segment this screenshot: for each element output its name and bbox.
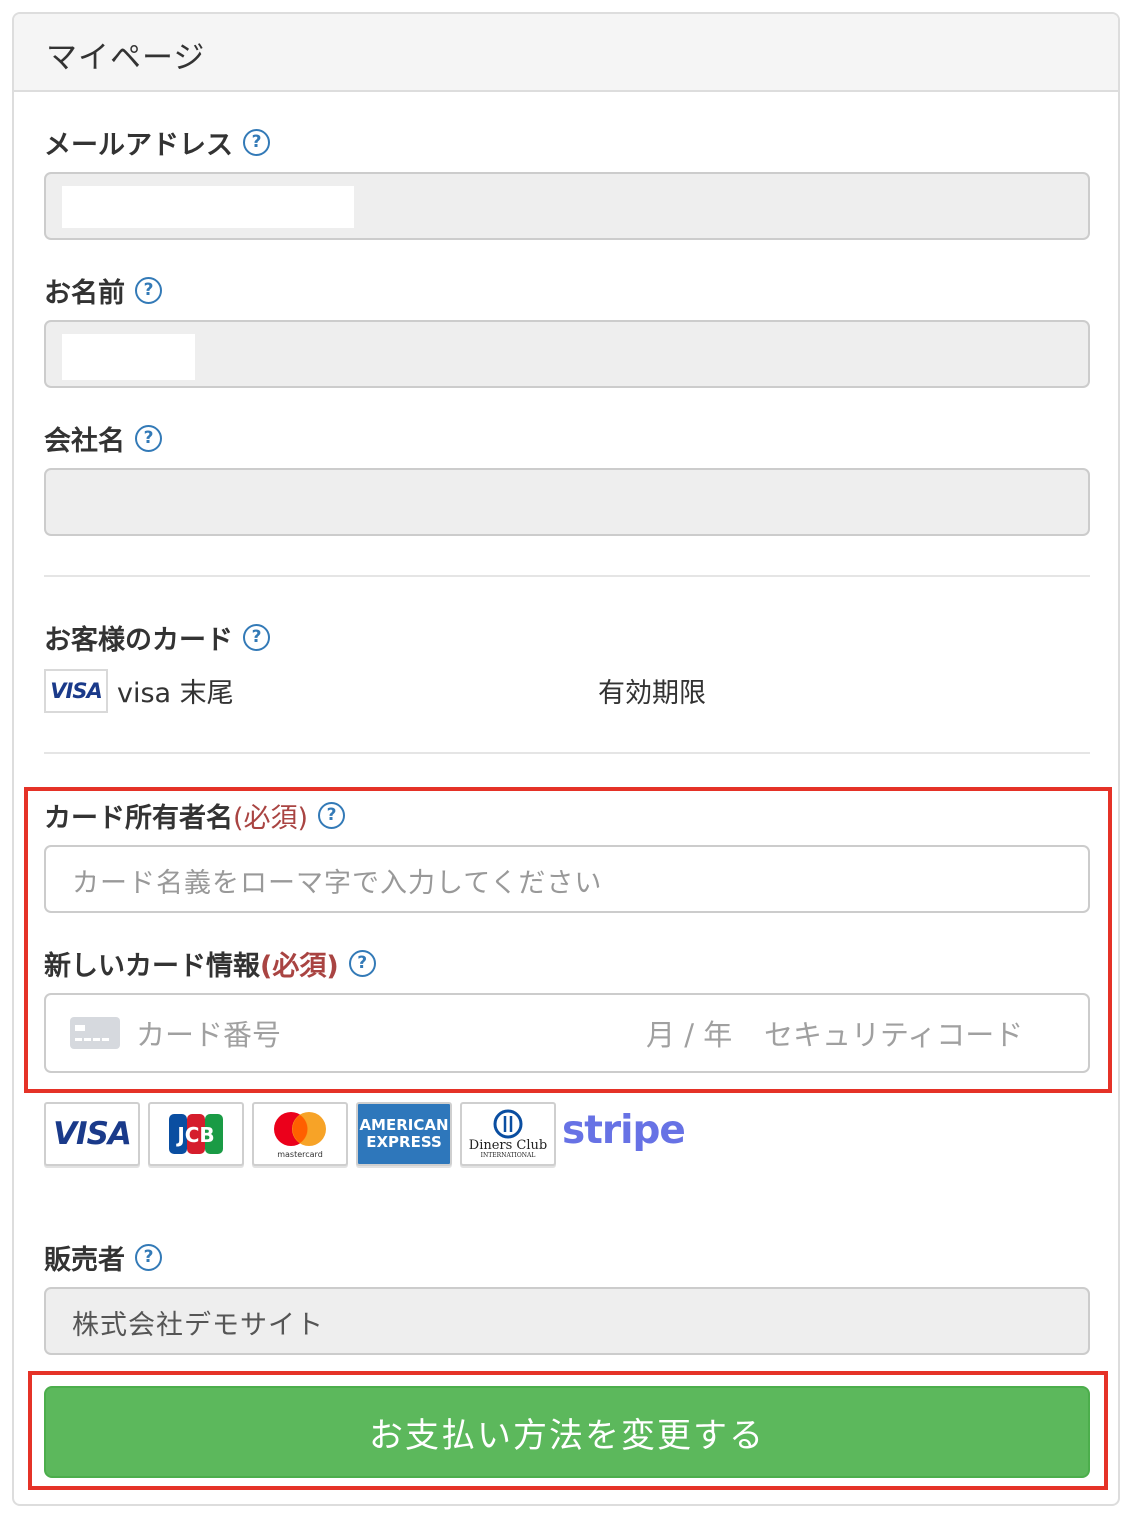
diners-circle-icon: [493, 1109, 523, 1138]
jcb-logo-graphic: JCB: [169, 1114, 223, 1154]
visa-logo-text: VISA: [53, 1116, 132, 1152]
panel-header: マイページ: [14, 14, 1118, 92]
email-label-text: メールアドレス: [44, 129, 233, 161]
company-label-text: 会社名: [44, 425, 125, 457]
mastercard-logo-inner: mastercard: [254, 1104, 346, 1164]
jcb-logo: JCB: [148, 1102, 244, 1166]
help-icon[interactable]: ?: [243, 128, 270, 156]
seller-value: 株式会社デモサイト: [72, 1310, 324, 1341]
change-payment-button[interactable]: お支払い方法を変更する: [44, 1386, 1090, 1478]
cardholder-placeholder: カード名義をローマ字で入力してください: [72, 868, 603, 899]
visa-card-icon: VISA: [44, 669, 108, 713]
cardholder-input[interactable]: カード名義をローマ字で入力してください: [44, 845, 1090, 913]
card-expiry-placeholder[interactable]: 月 / 年: [646, 1012, 732, 1054]
amex-logo-inner: AMERICAN EXPRESS: [358, 1104, 450, 1164]
help-icon[interactable]: ?: [243, 623, 270, 651]
amex-line2: EXPRESS: [366, 1133, 442, 1151]
cardholder-label-text: カード所有者名: [44, 802, 233, 834]
saved-card-expiry-label: 有効期限: [598, 678, 706, 709]
stripe-logo: stripe: [562, 1108, 686, 1153]
amex-logo: AMERICAN EXPRESS: [356, 1102, 452, 1166]
seller-label: 販売者 ?: [44, 1237, 162, 1277]
card-element-input[interactable]: カード番号 月 / 年 セキュリティコード: [44, 993, 1090, 1073]
card-placeholder-icon: [70, 1017, 120, 1049]
email-label: メールアドレス ?: [44, 122, 270, 162]
help-icon[interactable]: ?: [348, 949, 376, 977]
seller-field: 株式会社デモサイト: [44, 1287, 1090, 1355]
saved-card-label-text: お客様のカード: [44, 624, 233, 656]
required-mark: (必須): [233, 802, 309, 834]
mypage-panel: マイページ メールアドレス ? お名前 ? 会社名 ? お客様のカード ? VI…: [12, 12, 1120, 1506]
amex-line1: AMERICAN: [359, 1116, 449, 1134]
diners-logo: Diners Club INTERNATIONAL: [460, 1102, 556, 1166]
seller-label-text: 販売者: [44, 1244, 125, 1276]
name-label-text: お名前: [44, 277, 125, 309]
saved-card-label: お客様のカード ?: [44, 617, 270, 657]
divider: [44, 575, 1090, 577]
required-mark: (必須): [260, 950, 339, 982]
email-field[interactable]: [44, 172, 1090, 240]
card-cvc-placeholder[interactable]: セキュリティコード: [764, 1012, 1023, 1054]
help-icon[interactable]: ?: [135, 1243, 162, 1271]
name-field[interactable]: [44, 320, 1090, 388]
divider: [44, 752, 1090, 754]
diners-logo-inner: Diners Club INTERNATIONAL: [462, 1104, 554, 1164]
help-icon[interactable]: ?: [135, 276, 162, 304]
mastercard-logo-text: mastercard: [277, 1149, 323, 1159]
diners-line2: INTERNATIONAL: [480, 1151, 536, 1159]
mastercard-circles: [274, 1111, 326, 1146]
help-icon[interactable]: ?: [318, 801, 346, 829]
new-card-label-text: 新しいカード情報: [44, 950, 260, 982]
diners-line1: Diners Club: [468, 1137, 548, 1153]
visa-logo: VISA: [44, 1102, 140, 1166]
name-label: お名前 ?: [44, 270, 162, 310]
company-field[interactable]: [44, 468, 1090, 536]
page-title: マイページ: [46, 40, 206, 76]
mastercard-logo: mastercard: [252, 1102, 348, 1166]
company-label: 会社名 ?: [44, 418, 162, 458]
help-icon[interactable]: ?: [135, 424, 162, 452]
redacted-value: [62, 334, 195, 380]
new-card-label: 新しいカード情報 (必須) ?: [44, 943, 376, 983]
card-number-placeholder[interactable]: カード番号: [136, 1012, 281, 1054]
saved-card-brand: visa 末尾: [117, 678, 234, 709]
jcb-logo-text: JCB: [175, 1123, 214, 1147]
cardholder-label: カード所有者名 (必須) ?: [44, 795, 346, 835]
redacted-value: [62, 186, 354, 228]
